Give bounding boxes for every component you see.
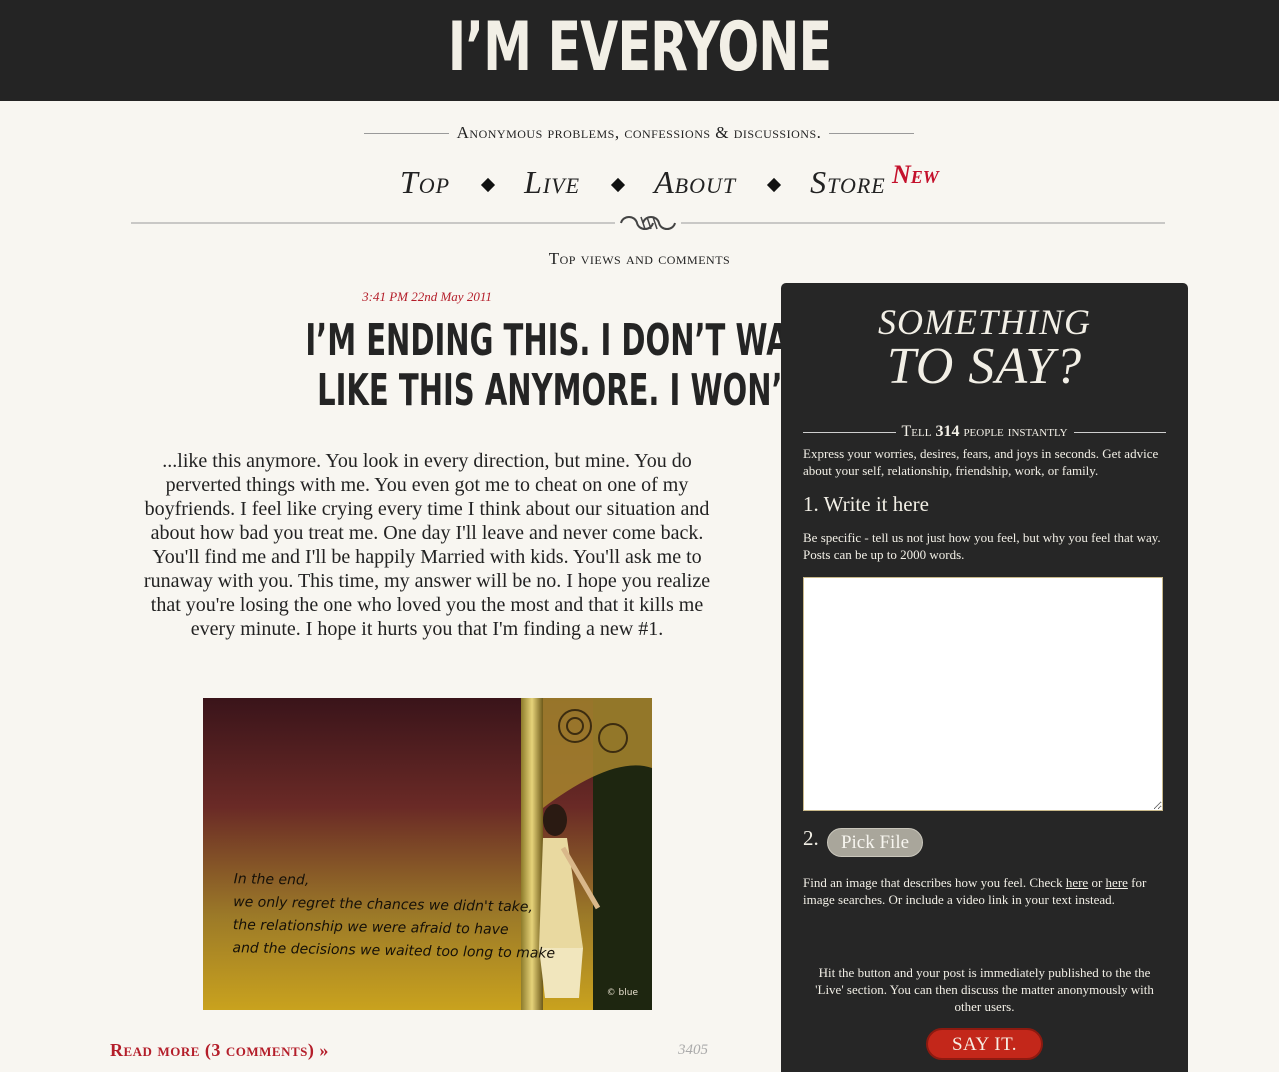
site-title[interactable]: I’M EVERYONE bbox=[179, 8, 1100, 88]
image-watermark: © blue bbox=[606, 988, 638, 998]
post-image-caption: In the end, we only regret the chances w… bbox=[232, 868, 556, 966]
tagline-row: Anonymous problems, confessions & discus… bbox=[364, 122, 914, 144]
tell-suffix: people instantly bbox=[963, 423, 1068, 440]
pick-file-button[interactable]: Pick File bbox=[827, 828, 923, 857]
post-form-panel: SOMETHING TO SAY? Tell 314 people instan… bbox=[781, 283, 1188, 1072]
tagline-rule-right bbox=[829, 132, 914, 134]
tell-rule-right bbox=[1073, 431, 1167, 433]
nav-diamond-icon bbox=[611, 177, 626, 193]
ornamental-divider bbox=[131, 214, 1165, 232]
main-nav: Top Live About Store bbox=[400, 160, 886, 204]
site-header: I’M EVERYONE bbox=[0, 0, 1279, 101]
tell-rule-left bbox=[803, 431, 896, 433]
post-title[interactable]: I’M ENDING THIS. I DON’T WANT TO HURT LI… bbox=[130, 316, 1043, 416]
nav-link-top[interactable]: Top bbox=[400, 164, 450, 201]
people-count: 314 bbox=[935, 423, 960, 440]
nav-link-store[interactable]: Store bbox=[810, 164, 886, 201]
post-body: ...like this anymore. You look in every … bbox=[143, 450, 711, 640]
image-search-link-1[interactable]: here bbox=[1066, 875, 1088, 890]
publish-help: Hit the button and your post is immediat… bbox=[815, 965, 1154, 1014]
tagline-rule-left bbox=[364, 132, 449, 134]
post-image[interactable]: In the end, we only regret the chances w… bbox=[203, 698, 652, 1010]
section-title: Top views and comments bbox=[548, 249, 731, 268]
view-count: 3405 bbox=[678, 1042, 708, 1058]
step-1-label: 1. Write it here bbox=[803, 492, 929, 516]
new-badge: New bbox=[892, 160, 939, 189]
image-help-before: Find an image that describes how you fee… bbox=[803, 875, 1063, 890]
step-2-label: 2. bbox=[803, 826, 819, 850]
post-timestamp: 3:41 PM 22nd May 2011 bbox=[362, 289, 492, 304]
read-more-link[interactable]: Read more (3 comments) » bbox=[110, 1040, 329, 1061]
image-search-link-2[interactable]: here bbox=[1106, 875, 1128, 890]
tagline: Anonymous problems, confessions & discus… bbox=[456, 123, 822, 142]
submit-button[interactable]: SAY IT. bbox=[926, 1028, 1043, 1060]
form-intro: Express your worries, desires, fears, an… bbox=[803, 446, 1159, 478]
post-textarea[interactable] bbox=[803, 577, 1163, 811]
nav-diamond-icon bbox=[481, 177, 496, 193]
form-heading-line-2: TO SAY? bbox=[886, 338, 1083, 395]
image-help-or: or bbox=[1091, 875, 1103, 890]
image-help: Find an image that describes how you fee… bbox=[803, 874, 1173, 908]
nav-link-about[interactable]: About bbox=[654, 164, 736, 201]
tell-row: Tell 314 people instantly bbox=[803, 422, 1167, 442]
tell-prefix: Tell bbox=[901, 423, 932, 440]
nav-link-live[interactable]: Live bbox=[524, 164, 580, 201]
tell-count-text: Tell 314 people instantly bbox=[896, 423, 1074, 441]
nav-diamond-icon bbox=[767, 177, 782, 193]
step-1-help: Be specific - tell us not just how you f… bbox=[803, 530, 1161, 562]
